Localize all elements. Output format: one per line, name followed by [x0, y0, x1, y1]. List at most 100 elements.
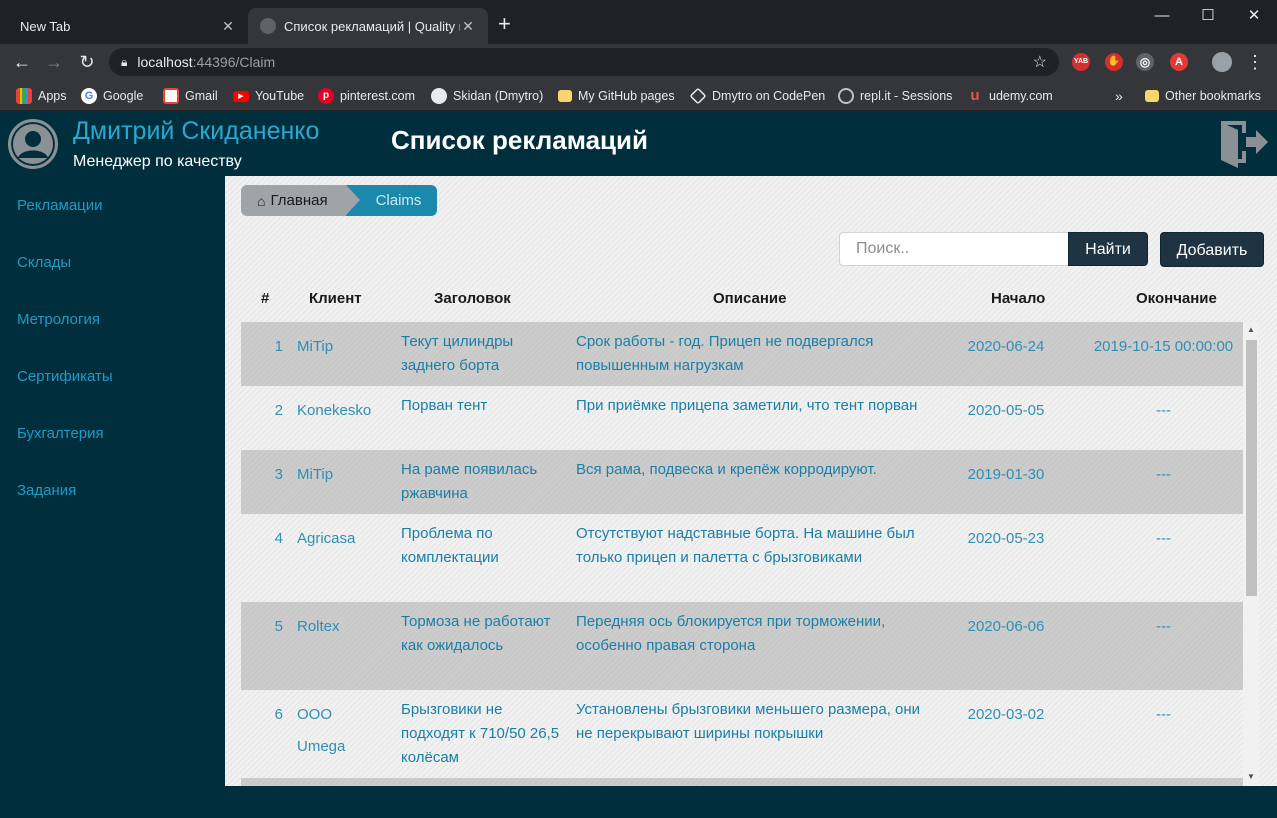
row-start-date: 2019-01-30: [967, 466, 1045, 483]
breadcrumb: ⌂ Главная Claims: [241, 185, 438, 216]
user-avatar-icon: [8, 119, 58, 169]
bookmark-github-pages[interactable]: My GitHub pages: [558, 85, 675, 107]
angular-extension-icon[interactable]: A: [1170, 53, 1188, 71]
folder-icon: [558, 90, 572, 102]
profile-avatar[interactable]: [1212, 52, 1232, 72]
row-client[interactable]: Roltex: [297, 615, 387, 639]
row-start-date: 2020-06-06: [967, 618, 1045, 635]
scroll-down-arrow-icon[interactable]: ▼: [1247, 772, 1255, 781]
row-title[interactable]: Брызговики не подходят к 710/50 26,5 кол…: [401, 698, 561, 770]
search-input[interactable]: [839, 232, 1069, 266]
table-row[interactable]: 6 ООО Umega Брызговики не подходят к 710…: [241, 690, 1243, 778]
forward-arrow-icon[interactable]: →: [42, 50, 66, 74]
url-host: localhost: [137, 54, 193, 70]
bookmark-label: Gmail: [185, 89, 218, 103]
breadcrumb-home[interactable]: ⌂ Главная: [241, 185, 360, 216]
maximize-icon[interactable]: ☐: [1185, 4, 1231, 28]
yab-extension-icon[interactable]: YAB: [1072, 53, 1090, 71]
bookmark-label: Other bookmarks: [1165, 89, 1261, 103]
bookmark-label: pinterest.com: [340, 89, 416, 103]
column-header-start[interactable]: Начало: [991, 290, 1045, 307]
row-client[interactable]: Agricasa: [297, 527, 387, 551]
sidebar-item-metrology[interactable]: Метрология: [17, 311, 100, 328]
window-close-icon[interactable]: ✕: [1231, 4, 1277, 28]
column-header-description[interactable]: Описание: [713, 290, 786, 307]
table-row[interactable]: 5 Roltex Тормоза не работают как ожидало…: [241, 602, 1243, 690]
lock-icon: 🔒︎: [121, 54, 128, 69]
bookmark-youtube[interactable]: ▶ YouTube: [233, 85, 304, 107]
codepen-icon: [689, 87, 707, 105]
search-button[interactable]: Найти: [1068, 232, 1148, 266]
bookmark-codepen[interactable]: Dmytro on CodePen: [689, 85, 825, 107]
column-header-end[interactable]: Окончание: [1136, 290, 1217, 307]
globe-icon: [260, 18, 276, 34]
table-row[interactable]: 1 MiTip Текут цилиндры заднего борта Сро…: [241, 322, 1243, 386]
row-client[interactable]: Konekesko: [297, 399, 387, 423]
tab-claims[interactable]: Список рекламаций | Quality ma ✕: [248, 8, 488, 44]
logout-icon[interactable]: [1218, 119, 1270, 169]
bookmark-apps[interactable]: Apps: [16, 85, 67, 107]
bookmark-udemy[interactable]: u udemy.com: [967, 85, 1052, 107]
bookmark-star-icon[interactable]: ☆: [1033, 52, 1047, 72]
table-row[interactable]: 2 Konekesko Порван тент При приёмке приц…: [241, 386, 1243, 450]
scroll-up-arrow-icon[interactable]: ▲: [1247, 325, 1255, 334]
table-header: # Клиент Заголовок Описание Начало Оконч…: [241, 286, 1251, 310]
row-start-date: 2020-05-23: [967, 530, 1045, 547]
sidebar-item-tasks[interactable]: Задания: [17, 482, 76, 499]
address-bar[interactable]: 🔒︎ localhost:44396/Claim ☆: [109, 48, 1059, 76]
reload-icon[interactable]: ↻: [75, 50, 99, 74]
bookmark-replit[interactable]: repl.it - Sessions: [838, 85, 952, 107]
tab-new-tab[interactable]: New Tab ✕: [8, 8, 248, 44]
row-title[interactable]: На раме появилась ржавчина: [401, 458, 561, 506]
browser-tab-strip: New Tab ✕ Список рекламаций | Quality ma…: [0, 0, 1277, 44]
row-client[interactable]: ООО Umega: [297, 699, 347, 763]
github-icon: [431, 88, 447, 104]
minimize-icon[interactable]: —: [1139, 4, 1185, 28]
main-content: ⌂ Главная Claims Найти Добавить # Клиент…: [225, 176, 1277, 786]
sidebar: Рекламации Склады Метрология Сертификаты…: [0, 176, 225, 786]
close-icon[interactable]: ✕: [220, 18, 236, 35]
bookmark-pinterest[interactable]: p pinterest.com: [318, 85, 415, 107]
sidebar-item-warehouses[interactable]: Склады: [17, 254, 71, 271]
row-title[interactable]: Текут цилиндры заднего борта: [401, 330, 561, 378]
table-row[interactable]: 3 MiTip На раме появилась ржавчина Вся р…: [241, 450, 1243, 514]
sidebar-item-accounting[interactable]: Бухгалтерия: [17, 425, 104, 442]
bookmark-google[interactable]: G Google: [81, 85, 143, 107]
column-header-client[interactable]: Клиент: [309, 290, 362, 307]
close-icon[interactable]: ✕: [460, 18, 476, 35]
bookmark-github[interactable]: Skidan (Dmytro): [431, 85, 543, 107]
gmail-icon: [163, 88, 179, 104]
row-end-date: ---: [1156, 706, 1171, 723]
block-extension-icon[interactable]: ✋: [1105, 53, 1123, 71]
column-header-title[interactable]: Заголовок: [434, 290, 511, 307]
more-bookmarks-chevron-icon[interactable]: »: [1115, 85, 1123, 107]
scrollbar-thumb[interactable]: [1246, 340, 1257, 596]
add-claim-button[interactable]: Добавить: [1160, 232, 1264, 267]
replit-icon: [838, 88, 854, 104]
table-row[interactable]: [241, 778, 1243, 786]
row-client[interactable]: MiTip: [297, 463, 387, 487]
table-scrollbar[interactable]: ▲ ▼: [1243, 322, 1259, 786]
back-arrow-icon[interactable]: ←: [10, 50, 34, 74]
row-title[interactable]: Порван тент: [401, 394, 561, 418]
bookmark-gmail[interactable]: Gmail: [163, 85, 218, 107]
more-menu-icon[interactable]: ⋮: [1243, 50, 1267, 74]
row-number: 3: [274, 466, 283, 483]
row-title[interactable]: Тормоза не работают как ожидалось: [401, 610, 561, 658]
privacy-extension-icon[interactable]: ◎: [1136, 53, 1154, 71]
row-end-date: ---: [1156, 618, 1171, 635]
udemy-icon: u: [970, 87, 980, 104]
row-title[interactable]: Проблема по комплектации: [401, 522, 561, 570]
other-bookmarks[interactable]: Other bookmarks: [1145, 85, 1261, 107]
column-header-number[interactable]: #: [261, 290, 269, 307]
row-client[interactable]: MiTip: [297, 335, 387, 359]
user-role: Менеджер по качеству: [73, 153, 242, 170]
bookmark-label: Skidan (Dmytro): [453, 89, 544, 103]
sidebar-item-certificates[interactable]: Сертификаты: [17, 368, 113, 385]
browser-toolbar: ← → ↻ 🔒︎ localhost:44396/Claim ☆ YAB ✋ ◎…: [0, 44, 1277, 80]
new-tab-plus-icon[interactable]: +: [498, 12, 511, 36]
bookmark-label: YouTube: [255, 89, 305, 103]
row-end-date: ---: [1156, 466, 1171, 483]
sidebar-item-claims[interactable]: Рекламации: [17, 197, 103, 214]
table-row[interactable]: 4 Agricasa Проблема по комплектации Отсу…: [241, 514, 1243, 602]
